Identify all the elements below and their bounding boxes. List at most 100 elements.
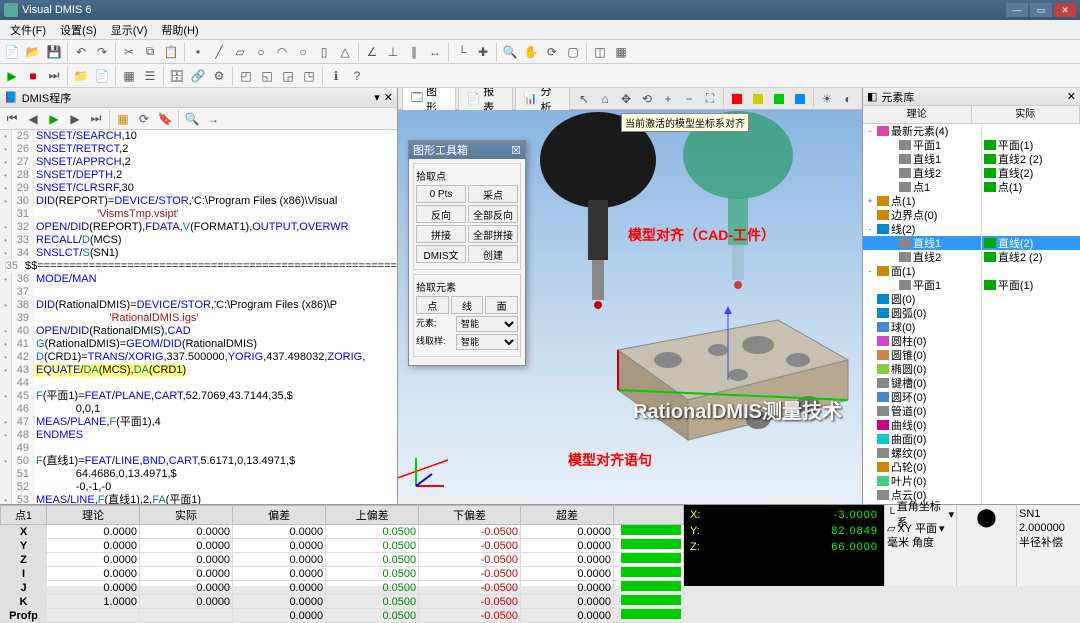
tree-item[interactable]: 直线1	[863, 236, 981, 250]
tree-item[interactable]: 点1	[863, 180, 981, 194]
code-line[interactable]: •40OPEN/DID(RationalDMIS),CAD	[0, 325, 397, 338]
zoomin-icon[interactable]: +	[658, 89, 678, 109]
tree-item[interactable]: -最新元素(4)	[863, 124, 981, 138]
tree-item-actual[interactable]	[982, 124, 1080, 138]
para-icon[interactable]: ∥	[404, 42, 424, 62]
code-line[interactable]: 37	[0, 286, 397, 299]
view4-icon[interactable]: ◳	[299, 66, 319, 86]
tree-item[interactable]: 圆锥(0)	[863, 348, 981, 362]
tree-item[interactable]: 凸轮(0)	[863, 460, 981, 474]
elemlib-close-icon[interactable]: ✕	[1067, 90, 1076, 103]
tree-item-actual[interactable]	[982, 208, 1080, 222]
copy-icon[interactable]: ⧉	[140, 42, 160, 62]
layer-icon[interactable]: ☰	[140, 66, 160, 86]
tree-col-theory[interactable]: 理论	[863, 106, 972, 123]
nav-prev-icon[interactable]: ◀	[23, 109, 43, 129]
help-icon[interactable]: ?	[347, 66, 367, 86]
run-icon[interactable]: ▶	[2, 66, 22, 86]
code-line[interactable]: •27SNSET/APPRCH,2	[0, 156, 397, 169]
tree-item-actual[interactable]	[982, 306, 1080, 320]
code-line[interactable]: •42D(CRD1)=TRANS/XORIG,337.500000,YORIG,…	[0, 351, 397, 364]
tree-item-actual[interactable]	[982, 264, 1080, 278]
tree-item[interactable]: 椭圆(0)	[863, 362, 981, 376]
arc-icon[interactable]: ◠	[272, 42, 292, 62]
tree-item-actual[interactable]: 点(1)	[982, 180, 1080, 194]
loop-icon[interactable]: ⟳	[134, 109, 154, 129]
stitch-all-button[interactable]: 全部拼接	[468, 225, 518, 243]
tree-item[interactable]: -面(1)	[863, 264, 981, 278]
tree-item[interactable]: 圆柱(0)	[863, 334, 981, 348]
tree-item-actual[interactable]	[982, 348, 1080, 362]
tree-item-actual[interactable]	[982, 474, 1080, 488]
code-line[interactable]: •38DID(RationalDMIS)=DEVICE/STOR,'C:\Pro…	[0, 299, 397, 312]
view1-icon[interactable]: ◰	[236, 66, 256, 86]
sphere-icon[interactable]: ○	[293, 42, 313, 62]
cursor-icon[interactable]: ↖	[574, 89, 594, 109]
new-icon[interactable]: 📄	[2, 42, 22, 62]
code-line[interactable]: •43EQUATE/DA(MCS),DA(CRD1)	[0, 364, 397, 377]
goto-icon[interactable]: →	[203, 109, 223, 129]
tree-item[interactable]: 圆(0)	[863, 292, 981, 306]
reverse-button[interactable]: 反向	[416, 205, 466, 223]
code-line[interactable]: 35$$====================================…	[0, 260, 397, 273]
minimize-button[interactable]: —	[1006, 3, 1028, 17]
tree-item-actual[interactable]: 直线(2)	[982, 236, 1080, 250]
reverse-all-button[interactable]: 全部反向	[468, 205, 518, 223]
code-line[interactable]: •47MEAS/PLANE,F(平面1),4	[0, 416, 397, 429]
grn-icon[interactable]	[769, 89, 789, 109]
fit2-icon[interactable]: ⛶	[700, 89, 720, 109]
tree-item-actual[interactable]	[982, 362, 1080, 376]
paste-icon[interactable]: 📋	[161, 42, 181, 62]
cs-icon[interactable]: └	[452, 42, 472, 62]
pin-button[interactable]: ✕	[384, 91, 393, 104]
stitch-button[interactable]: 拼接	[416, 225, 466, 243]
nav-first-icon[interactable]: ⏮	[2, 109, 22, 129]
rot-icon[interactable]: ⟲	[637, 89, 657, 109]
pick-button[interactable]: 采点	[468, 185, 518, 203]
tree-item-actual[interactable]: 平面(1)	[982, 138, 1080, 152]
stop-icon[interactable]: ■	[23, 66, 43, 86]
doc-icon[interactable]: 📄	[92, 66, 112, 86]
tree-item-actual[interactable]	[982, 376, 1080, 390]
code-line[interactable]: •28SNSET/DEPTH,2	[0, 169, 397, 182]
pan-icon[interactable]: ✋	[521, 42, 541, 62]
elem-line-button[interactable]: 线	[451, 296, 484, 314]
code-line[interactable]: •50F(直线1)=FEAT/LINE,BND,CART,5.6171,0,13…	[0, 455, 397, 468]
tree-item[interactable]: 直线1	[863, 152, 981, 166]
tree-item-actual[interactable]: 直线2 (2)	[982, 152, 1080, 166]
db-icon[interactable]: 🗄	[167, 66, 187, 86]
nav-last-icon[interactable]: ⏭	[86, 109, 106, 129]
step-icon[interactable]: ⏭	[44, 66, 64, 86]
elem-face-button[interactable]: 面	[485, 296, 518, 314]
undo-icon[interactable]: ↶	[71, 42, 91, 62]
tree-item[interactable]: 平面1	[863, 278, 981, 292]
tree-item-actual[interactable]	[982, 320, 1080, 334]
zoom-icon[interactable]: 🔍	[500, 42, 520, 62]
tree-item[interactable]: 直线2	[863, 250, 981, 264]
grid-icon[interactable]: ▦	[119, 66, 139, 86]
tree-item-actual[interactable]: 平面(1)	[982, 278, 1080, 292]
tree-item-actual[interactable]	[982, 194, 1080, 208]
menu-display[interactable]: 显示(V)	[105, 20, 154, 40]
gear-icon[interactable]: ⚙	[209, 66, 229, 86]
code-line[interactable]: •32OPEN/DID(REPORT),FDATA,V(FORMAT1),OUT…	[0, 221, 397, 234]
tree-item-actual[interactable]: 直线2 (2)	[982, 250, 1080, 264]
tree-item[interactable]: 叶片(0)	[863, 474, 981, 488]
cyl-icon[interactable]: ▯	[314, 42, 334, 62]
tree-item[interactable]: 边界点(0)	[863, 208, 981, 222]
code-line[interactable]: •26SNSET/RETRCT,2	[0, 143, 397, 156]
3d-viewport[interactable]: 模型对齐（CAD-工件） 模型对齐语句 当前激活的模型坐标系对齐 图形工具箱 ☒…	[398, 110, 862, 504]
find-icon[interactable]: 🔍	[182, 109, 202, 129]
toolbox-header[interactable]: 图形工具箱 ☒	[409, 141, 525, 159]
open-icon[interactable]: 📂	[23, 42, 43, 62]
plane-icon[interactable]: ▱	[230, 42, 250, 62]
point-icon[interactable]: •	[188, 42, 208, 62]
save-icon[interactable]: 💾	[44, 42, 64, 62]
menu-file[interactable]: 文件(F)	[4, 20, 52, 40]
red-icon[interactable]	[727, 89, 747, 109]
create-button[interactable]: 创建	[468, 245, 518, 263]
tree-item[interactable]: -线(2)	[863, 222, 981, 236]
zoomout-icon[interactable]: −	[679, 89, 699, 109]
tree-item[interactable]: 圆弧(0)	[863, 306, 981, 320]
code-line[interactable]: •34SNSLCT/S(SN1)	[0, 247, 397, 260]
